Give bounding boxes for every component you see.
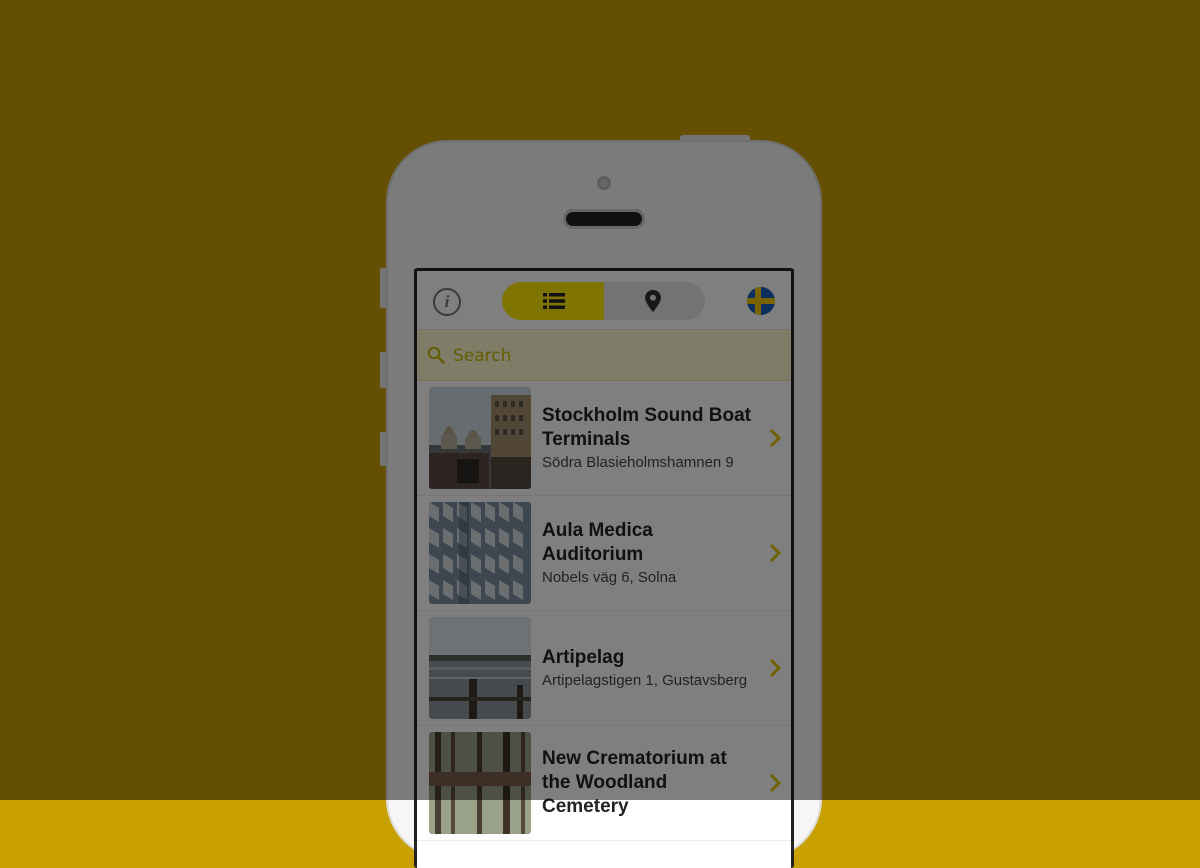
- earpiece-speaker: [566, 212, 642, 226]
- place-title: Artipelag: [542, 646, 625, 668]
- chevron-right-icon: [769, 658, 781, 678]
- map-pin-icon: [645, 290, 661, 312]
- list-item[interactable]: Artipelag Artipelagstigen 1, Gustavsberg: [417, 611, 791, 726]
- top-bar: i: [417, 271, 791, 330]
- chevron-right-icon: [769, 428, 781, 448]
- chevron-right-icon: [769, 543, 781, 563]
- place-address: Södra Blasieholmshamnen 9: [542, 453, 734, 471]
- sweden-flag-icon[interactable]: [747, 287, 775, 315]
- search-icon: [427, 346, 445, 364]
- place-address: Nobels väg 6, Solna: [542, 568, 677, 586]
- archipelago-water-photo: [429, 617, 531, 719]
- list-icon: [543, 293, 565, 309]
- app-view: i Search Stockholm Sound Boat Terminals …: [417, 271, 791, 868]
- map-view-button[interactable]: [604, 282, 705, 320]
- search-input[interactable]: [451, 340, 775, 372]
- place-title: Stockholm Sound Boat Terminals: [542, 404, 751, 450]
- place-address: Artipelagstigen 1, Gustavsberg: [542, 671, 748, 689]
- place-title: New Crematorium at the Woodland Cemetery: [542, 748, 727, 817]
- place-text: Stockholm Sound Boat Terminals Södra Bla…: [542, 381, 755, 495]
- woodland-forest-photo: [429, 732, 531, 834]
- view-toggle: [502, 282, 705, 320]
- list-item[interactable]: Stockholm Sound Boat Terminals Södra Bla…: [417, 381, 791, 496]
- list-view-button[interactable]: [502, 282, 604, 320]
- front-camera: [597, 176, 611, 190]
- place-text: Aula Medica Auditorium Nobels väg 6, Sol…: [542, 496, 755, 610]
- search-bar: [417, 330, 791, 381]
- phone-screen: i Search Stockholm Sound Boat Terminals …: [414, 268, 794, 868]
- phone-frame: i Search Stockholm Sound Boat Terminals …: [386, 140, 822, 868]
- list-item[interactable]: Aula Medica Auditorium Nobels väg 6, Sol…: [417, 496, 791, 611]
- list-item[interactable]: New Crematorium at the Woodland Cemetery: [417, 726, 791, 841]
- waterfront-buildings-photo: [429, 387, 531, 489]
- place-text: New Crematorium at the Woodland Cemetery: [542, 726, 755, 840]
- place-title: Aula Medica Auditorium: [542, 519, 653, 565]
- info-icon[interactable]: i: [433, 288, 461, 316]
- place-text: Artipelag Artipelagstigen 1, Gustavsberg: [542, 611, 755, 725]
- faceted-facade-photo: [429, 502, 531, 604]
- places-list: Stockholm Sound Boat Terminals Södra Bla…: [417, 381, 791, 841]
- chevron-right-icon: [769, 773, 781, 793]
